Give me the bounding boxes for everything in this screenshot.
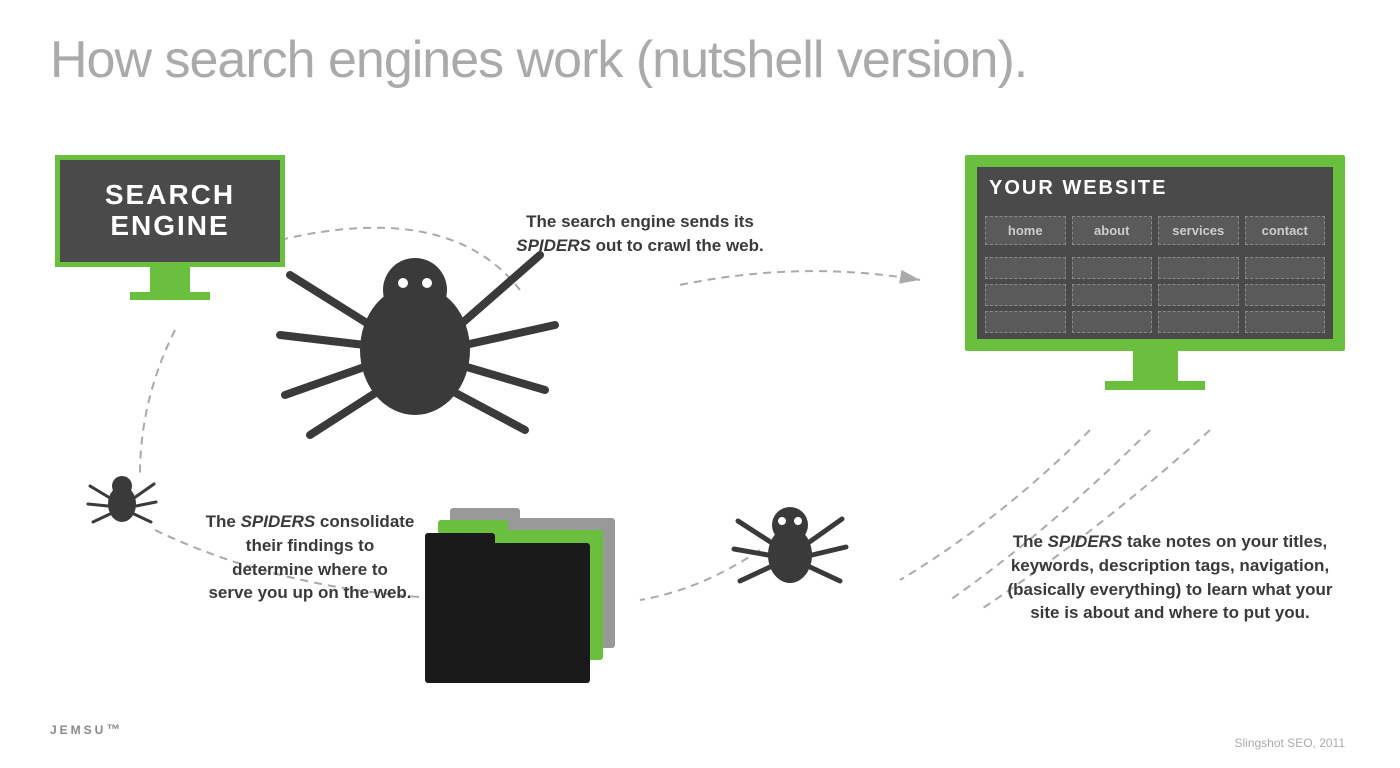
content-block — [1158, 257, 1239, 279]
monitor-label: SEARCH ENGINE — [105, 180, 235, 242]
monitor-stand — [150, 267, 190, 292]
website-content — [977, 251, 1333, 339]
content-block — [1158, 311, 1239, 333]
content-block — [1072, 284, 1153, 306]
content-block — [1245, 311, 1326, 333]
website-base — [1105, 381, 1205, 390]
website-nav: home about services contact — [977, 210, 1333, 251]
website-title-bar: YOUR WEBSITE — [977, 167, 1333, 210]
monitor-screen: SEARCH ENGINE — [55, 155, 285, 267]
jemsu-logo: JEMSU™ — [50, 721, 123, 748]
content-row-2 — [985, 284, 1325, 306]
website-title: YOUR WEBSITE — [989, 177, 1167, 199]
annotation-bottom-right: The SPIDERS take notes on your titles,ke… — [990, 530, 1350, 625]
content-block — [1245, 257, 1326, 279]
nav-services: services — [1158, 216, 1239, 245]
monitor-base — [130, 292, 210, 300]
trademark-symbol: ™ — [106, 721, 123, 737]
spider-small-left — [85, 462, 160, 537]
annotation-bottom-left: The SPIDERS consolidatetheir findings to… — [170, 510, 450, 605]
nav-about: about — [1072, 216, 1153, 245]
monitor-outer-frame: YOUR WEBSITE home about services contact — [965, 155, 1345, 351]
folder-stack — [420, 508, 635, 693]
annotation-top-center: The search engine sends itsSPIDERS out t… — [500, 210, 780, 258]
spider-small-right — [730, 485, 850, 605]
content-block — [985, 311, 1066, 333]
website-monitor: YOUR WEBSITE home about services contact — [965, 155, 1345, 390]
content-block — [985, 257, 1066, 279]
content-block — [1072, 311, 1153, 333]
attribution-text: Slingshot SEO, 2011 — [1234, 736, 1345, 750]
content-block — [1072, 257, 1153, 279]
website-stand — [1133, 351, 1178, 381]
content-block — [1158, 284, 1239, 306]
content-row-1 — [985, 257, 1325, 279]
content-block — [1245, 284, 1326, 306]
page-title: How search engines work (nutshell versio… — [50, 30, 1027, 90]
nav-contact: contact — [1245, 216, 1326, 245]
content-row-3 — [985, 311, 1325, 333]
content-block — [985, 284, 1066, 306]
search-engine-monitor: SEARCH ENGINE — [55, 155, 285, 300]
nav-home: home — [985, 216, 1066, 245]
monitor-inner: YOUR WEBSITE home about services contact — [977, 167, 1333, 339]
